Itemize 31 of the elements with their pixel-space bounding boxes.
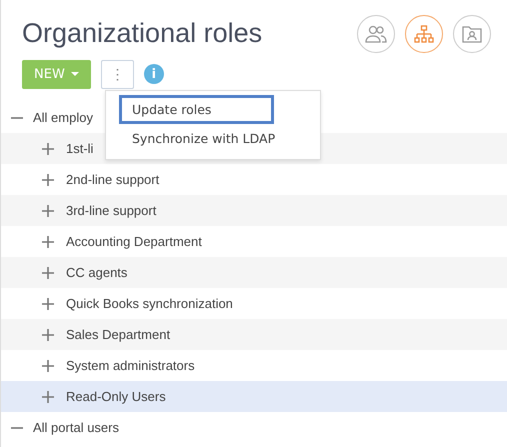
expand-icon[interactable] (42, 236, 54, 248)
org-chart-icon (414, 24, 434, 42)
tree-item[interactable]: 3rd-line support (66, 203, 156, 218)
menu-item[interactable]: Synchronize with LDAP (119, 124, 274, 153)
tree-item[interactable]: 1st-li (66, 141, 94, 156)
page-title: Organizational roles (22, 18, 262, 49)
tree-item[interactable]: System administrators (66, 358, 195, 373)
tree-item[interactable]: All employ (33, 110, 93, 125)
more-button[interactable]: ⋮ (100, 60, 134, 88)
expand-icon[interactable] (42, 328, 54, 340)
tree-item[interactable]: Read-Only Users (66, 389, 166, 404)
contact-folder-icon (462, 24, 482, 42)
tree-item[interactable]: 2nd-line support (66, 172, 160, 187)
expand-icon[interactable] (42, 174, 54, 186)
tree-item[interactable]: Accounting Department (66, 234, 202, 249)
caret-icon (70, 72, 79, 76)
expand-icon[interactable] (42, 360, 54, 372)
folder-view-button[interactable] (453, 14, 491, 52)
tree-item[interactable]: CC agents (66, 265, 128, 280)
tree-item[interactable]: All portal users (33, 420, 119, 435)
expand-icon[interactable] (42, 142, 54, 154)
expand-icon[interactable] (42, 266, 54, 278)
expand-icon[interactable] (42, 390, 54, 402)
menu-item[interactable]: Update roles (119, 95, 274, 124)
expand-icon[interactable] (42, 298, 54, 310)
expand-icon[interactable] (42, 204, 54, 216)
users-view-button[interactable] (357, 14, 395, 52)
tree-item[interactable]: Quick Books synchronization (66, 296, 233, 311)
users-icon (365, 24, 387, 42)
tree-item[interactable]: Sales Department (66, 327, 170, 342)
org-chart-view-button[interactable] (405, 14, 443, 52)
